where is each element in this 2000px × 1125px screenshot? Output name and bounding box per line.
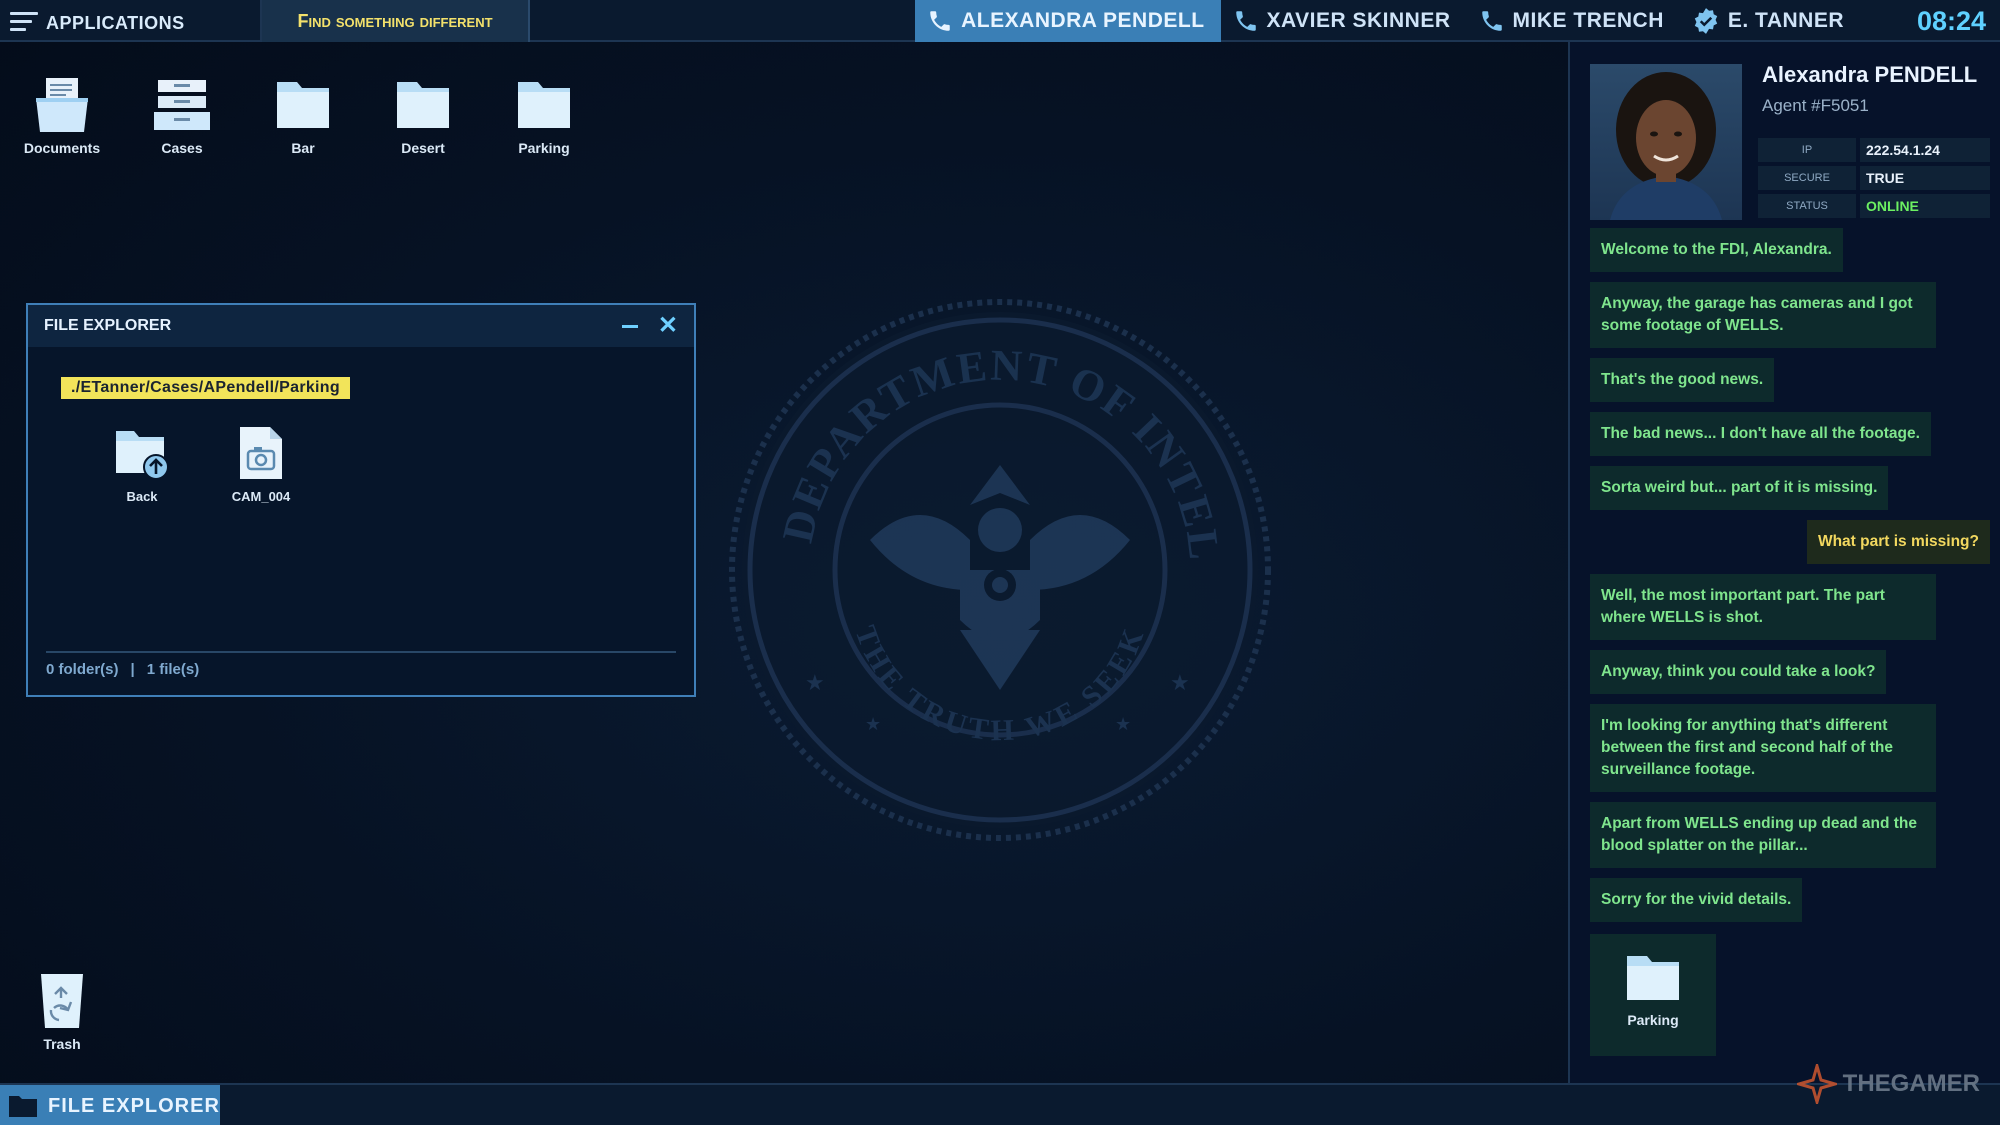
status-bar: 0 folder(s) | 1 file(s) (46, 651, 676, 678)
thegamer-logo-icon (1796, 1064, 1837, 1104)
top-bar: Applications Find something different AL… (0, 0, 2000, 42)
icon-label: Desert (401, 140, 445, 156)
avatar (1590, 64, 1742, 220)
watermark-text: THEGAMER (1842, 1070, 1980, 1097)
status-separator: | (130, 661, 135, 678)
stat-status: STATUS ONLINE (1758, 194, 1990, 218)
file-label: Back (126, 489, 158, 504)
chat-message: I'm looking for anything that's differen… (1590, 704, 1936, 792)
chat-message: Sorta weird but... part of it is missing… (1590, 466, 1889, 510)
desktop-icon-trash[interactable]: Trash (12, 972, 112, 1052)
desktop-icon-parking[interactable]: Parking (494, 76, 594, 156)
chat-message: Anyway, the garage has cameras and I got… (1590, 282, 1936, 348)
contact-e-tanner[interactable]: E. TANNER (1680, 0, 1860, 42)
stat-key: IP (1758, 138, 1856, 162)
contact-name: XAVIER SKINNER (1266, 9, 1451, 32)
contact-list: ALEXANDRA PENDELL XAVIER SKINNER MIKE TR… (915, 0, 1860, 42)
svg-text:★: ★ (805, 670, 825, 695)
trash-icon (41, 974, 83, 1028)
window-titlebar[interactable]: FILE EXPLORER ✕ (28, 305, 694, 347)
window-controls: ✕ (621, 314, 678, 338)
icon-label: Trash (43, 1036, 81, 1052)
chat-attachment-parking[interactable]: Parking (1590, 934, 1716, 1056)
contact-name: ALEXANDRA PENDELL (961, 9, 1205, 32)
icon-label: Parking (518, 140, 570, 156)
icon-label: Cases (161, 140, 203, 156)
contact-last-name: PENDELL (1874, 62, 1978, 87)
file-label: CAM_004 (231, 489, 291, 504)
stat-value: TRUE (1860, 166, 1990, 190)
contact-first-name: Alexandra (1762, 62, 1869, 87)
taskbar-item-label: FILE EXPLORER (48, 1094, 220, 1117)
svg-text:★: ★ (865, 714, 881, 734)
folder-count: 0 folder(s) (46, 661, 119, 678)
folder-icon (518, 82, 570, 128)
mission-objective: Find something different (262, 0, 530, 42)
folder-icon (1627, 956, 1679, 1000)
applications-label: Applications (46, 6, 185, 35)
svg-text:★: ★ (1115, 714, 1131, 734)
chat-message: Apart from WELLS ending up dead and the … (1590, 802, 1936, 868)
window-title: FILE EXPLORER (44, 317, 172, 334)
contact-name: MIKE TRENCH (1512, 9, 1664, 32)
file-item-cam-004[interactable]: CAM_004 (216, 425, 306, 504)
badge-icon (1694, 8, 1718, 34)
phone-icon (1481, 11, 1502, 31)
chat-message: Welcome to the FDI, Alexandra. (1590, 228, 1843, 272)
folder-icon (397, 82, 449, 128)
taskbar-item-file-explorer[interactable]: FILE EXPLORER (0, 1085, 220, 1125)
contact-xavier-skinner[interactable]: XAVIER SKINNER (1221, 0, 1467, 42)
chat-message: The bad news... I don't have all the foo… (1590, 412, 1931, 456)
file-explorer-window: FILE EXPLORER ✕ ./ETanner/Cases/APendell… (26, 303, 696, 697)
contact-name: E. TANNER (1727, 9, 1844, 32)
camera-file-icon (240, 427, 282, 479)
stat-value: 222.54.1.24 (1860, 138, 1990, 162)
desktop-icon-documents[interactable]: Documents (12, 76, 112, 156)
chat-message: That's the good news. (1590, 358, 1775, 402)
back-folder-icon (116, 431, 169, 480)
taskbar: FILE EXPLORER (0, 1083, 2000, 1125)
chat-panel: Alexandra PENDELL Agent #F5051 IP 222.54… (1568, 42, 2000, 1083)
status-badge: ONLINE (1860, 194, 1990, 218)
file-item-back[interactable]: Back (97, 425, 187, 504)
applications-menu-button[interactable]: Applications (0, 0, 262, 42)
path-bar: ./ETanner/Cases/APendell/Parking (61, 377, 350, 399)
svg-text:★: ★ (1170, 670, 1190, 695)
fdi-seal-icon: FEDERAL DEPARTMENT OF INTELLIGENCE THE T… (702, 251, 1280, 850)
contact-stats: IP 222.54.1.24 SECURE TRUE STATUS ONLINE (1758, 138, 1990, 222)
attachment-label: Parking (1627, 1012, 1679, 1028)
stat-ip: IP 222.54.1.24 (1758, 138, 1990, 162)
stat-key: STATUS (1758, 194, 1856, 218)
icon-label: Bar (291, 140, 315, 156)
chat-message-user: What part is missing? (1806, 520, 1990, 564)
folder-icon (9, 1096, 37, 1117)
stat-secure: SECURE TRUE (1758, 166, 1990, 190)
icon-label: Documents (23, 140, 101, 156)
clock: 08:24 (1916, 5, 1986, 36)
agent-id: Agent #F5051 (1762, 96, 1869, 115)
folder-icon (277, 82, 329, 128)
chat-message: Well, the most important part. The part … (1590, 574, 1936, 640)
menu-icon (10, 9, 38, 33)
documents-icon (36, 78, 88, 132)
desktop-icon-desert[interactable]: Desert (373, 76, 473, 156)
contact-mike-trench[interactable]: MIKE TRENCH (1467, 0, 1680, 42)
close-button[interactable]: ✕ (658, 314, 678, 338)
phone-icon (1235, 11, 1256, 31)
chat-message: Sorry for the vivid details. (1590, 878, 1803, 922)
stat-key: SECURE (1758, 166, 1856, 190)
watermark: THEGAMER (1796, 1064, 1980, 1104)
contact-full-name: Alexandra PENDELL (1762, 62, 1977, 88)
desktop-icon-bar[interactable]: Bar (253, 76, 353, 156)
message-list: Welcome to the FDI, Alexandra. Anyway, t… (1590, 228, 1990, 1056)
desktop-icon-cases[interactable]: Cases (132, 76, 232, 156)
chat-message: Anyway, think you could take a look? (1590, 650, 1887, 694)
file-count: 1 file(s) (146, 661, 200, 678)
cases-icon (154, 80, 210, 130)
contact-alexandra-pendell[interactable]: ALEXANDRA PENDELL (915, 0, 1221, 42)
phone-icon (930, 11, 950, 31)
minimize-button[interactable] (621, 324, 638, 328)
